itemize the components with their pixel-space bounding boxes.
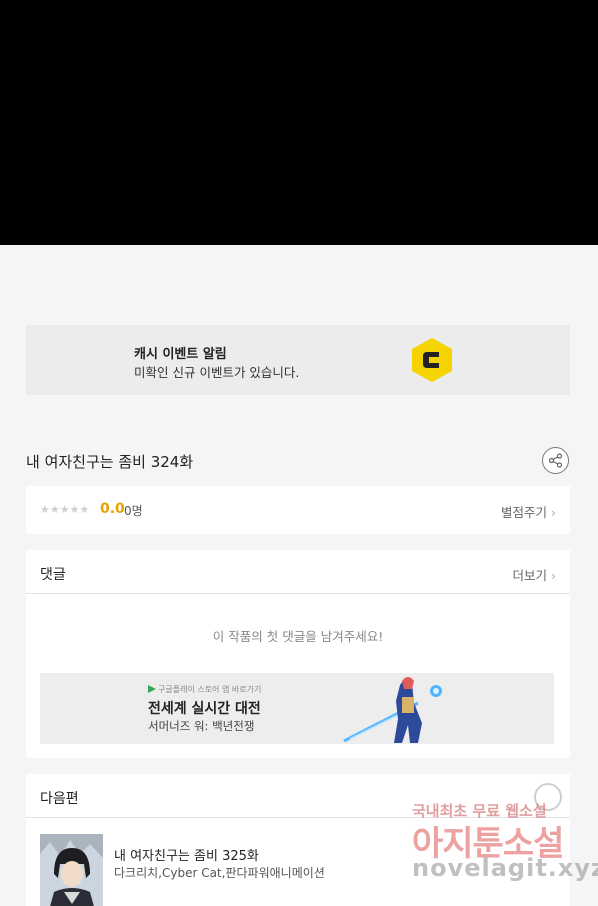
share-icon: [548, 453, 563, 468]
game-ad-banner[interactable]: 구글플레이 스토어 앱 바로가기 전세계 실시간 대전 서머너즈 워: 백년전쟁: [40, 673, 554, 744]
comment-more-button[interactable]: 더보기 ›: [513, 565, 557, 584]
episode-page: 캐시 이벤트 알림 미확인 신규 이벤트가 있습니다. 내 여자친구는 좀비 3…: [0, 245, 598, 906]
ad-small-text: 구글플레이 스토어 앱 바로가기: [158, 685, 262, 694]
ad-subtitle: 서머너즈 워: 백년전쟁: [148, 719, 255, 733]
more-label: 더보기: [512, 568, 548, 583]
star-rating-icon[interactable]: ★★★★★: [40, 503, 89, 516]
comment-section: 댓글 더보기 › 이 작품의 첫 댓글을 남겨주세요! 구글플레이 스토어 앱 …: [26, 550, 570, 758]
comment-heading: 댓글: [40, 567, 66, 583]
share-button[interactable]: [542, 447, 569, 474]
rate-label: 별점주기: [501, 505, 548, 520]
banner-title: 캐시 이벤트 알림: [134, 347, 227, 362]
next-episode-title: 내 여자친구는 좀비 325화: [114, 849, 259, 864]
game-character-image: [343, 677, 442, 743]
next-episode-authors: 다크리치,Cyber Cat,판다파워애니메이션: [114, 866, 325, 880]
rating-score: 0.0: [100, 501, 125, 517]
cash-event-banner[interactable]: 캐시 이벤트 알림 미확인 신규 이벤트가 있습니다.: [26, 325, 570, 395]
ad-title: 전세계 실시간 대전: [148, 701, 261, 717]
chevron-right-icon: ›: [551, 568, 556, 583]
play-store-icon: [148, 685, 156, 693]
chevron-right-icon: ›: [551, 505, 556, 520]
rate-button[interactable]: 별점주기 ›: [501, 502, 556, 521]
next-header: 다음편: [26, 774, 570, 818]
episode-thumbnail: [40, 834, 103, 906]
empty-comment-message: 이 작품의 첫 댓글을 남겨주세요!: [212, 629, 384, 644]
next-heading: 다음편: [40, 791, 79, 807]
banner-subtitle: 미확인 신규 이벤트가 있습니다.: [134, 365, 300, 380]
image-viewer-area: [0, 0, 598, 245]
c-coin-icon: [412, 338, 452, 382]
comment-header: 댓글 더보기 ›: [26, 550, 570, 594]
rating-card: ★★★★★ 0.0 0명 별점주기 ›: [26, 486, 570, 534]
rating-count: 0명: [124, 504, 143, 518]
next-episode-section: 다음편 내 여자친구는 좀비 325화 다크리치,Cyber Cat,판다파워애…: [26, 774, 570, 906]
episode-title: 내 여자친구는 좀비 324화: [26, 453, 194, 471]
